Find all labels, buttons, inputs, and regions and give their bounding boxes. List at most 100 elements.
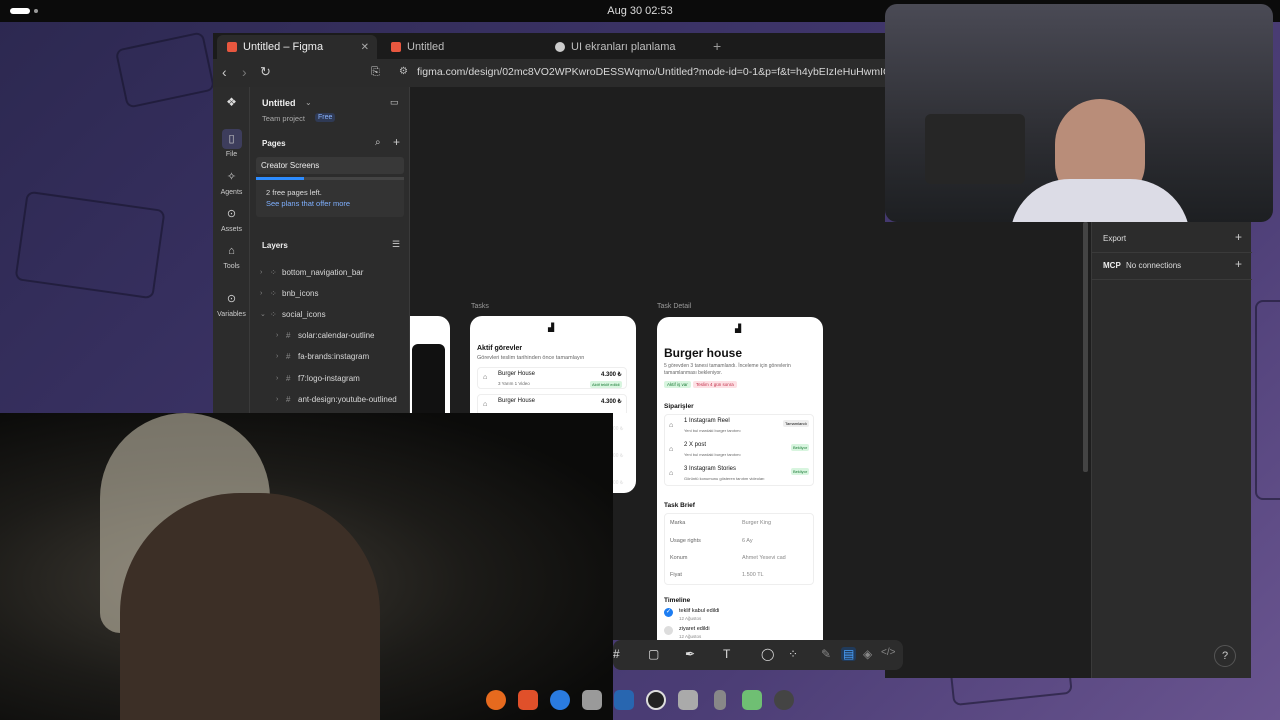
figma-logo-icon[interactable]: ❖ — [213, 95, 250, 109]
pen-tool-icon[interactable]: ✒ — [685, 647, 695, 661]
detail-description: 5 görevden 3 tanesi tamamlandı. İnceleme… — [664, 363, 791, 376]
chevron-down-icon[interactable]: ⌄ — [305, 98, 312, 107]
reload-icon[interactable]: ↻ — [260, 64, 271, 80]
bag-icon: ⌂ — [669, 422, 674, 429]
layer-row[interactable]: › # f7:logo-instagram — [276, 369, 421, 387]
price-fragment: 00 ₺ — [613, 480, 624, 486]
order-row[interactable]: ⌂ 2 X post Yeni bul mardaki burger tanıt… — [665, 439, 815, 463]
tab-figma-untitled[interactable]: Untitled – Figma ✕ — [217, 35, 377, 59]
frame-partial[interactable] — [410, 316, 450, 413]
plan-badge: Free — [315, 113, 336, 122]
layer-row[interactable]: ⌄ ⁘ social_icons — [260, 305, 405, 323]
team-label: Team project — [262, 114, 305, 123]
page-item-creator-screens[interactable]: Creator Screens — [256, 157, 404, 174]
rail-file[interactable]: ▯ File — [213, 129, 250, 158]
search-icon[interactable]: ⌕ — [375, 137, 381, 148]
rail-agents[interactable]: ✧ Agents — [213, 167, 250, 196]
brief-value: Burger King — [742, 520, 772, 526]
brief-value: Ahmet Yesevi cad — [742, 555, 786, 561]
brave-icon[interactable] — [518, 690, 538, 710]
order-sub: Yeni bul mardaki burger tanıtımı — [684, 452, 741, 457]
layer-row[interactable]: › ⁘ bnb_icons — [260, 284, 405, 302]
tab-ui-planning[interactable]: UI ekranları planlama — [545, 35, 705, 59]
page-label: Creator Screens — [261, 161, 320, 170]
timeline-label: ziyaret edildi — [679, 626, 710, 632]
draw-mode-icon[interactable]: ✎ — [821, 647, 831, 661]
timeline-title: Timeline — [664, 597, 691, 604]
rail-assets[interactable]: ⊙ Assets — [213, 204, 250, 233]
order-row[interactable]: ⌂ 1 Instagram Reel Yeni bul mardaki burg… — [665, 415, 815, 439]
tab-strip: Untitled – Figma ✕ Untitled UI ekranları… — [213, 33, 885, 59]
comment-tool-icon[interactable]: ◯ — [761, 647, 774, 661]
detail-title: Burger house — [664, 346, 743, 360]
add-mcp-icon[interactable]: + — [1235, 257, 1242, 271]
assets-icon: ⊙ — [226, 208, 237, 220]
text-tool-icon[interactable]: T — [723, 647, 730, 661]
prototype-mode-icon[interactable]: ◈ — [863, 647, 872, 661]
file-name[interactable]: Untitled — [262, 98, 296, 108]
clock[interactable]: Aug 30 02:53 — [607, 5, 672, 17]
rail-tools[interactable]: ⌂ Tools — [213, 241, 250, 270]
new-tab-button[interactable]: + — [713, 38, 721, 54]
layer-row[interactable]: › # ant-design:youtube-outlined — [276, 390, 421, 408]
bookmark-icon[interactable]: ⎘ — [371, 66, 380, 79]
activities-indicator[interactable] — [10, 8, 30, 14]
see-plans-link[interactable]: See plans that offer more — [266, 199, 350, 208]
obs-icon[interactable] — [646, 690, 666, 710]
close-tab-icon[interactable]: ✕ — [361, 42, 369, 53]
app-icon[interactable] — [678, 690, 698, 710]
brief-value: 6 Ay — [742, 538, 753, 544]
rectangle-tool-icon[interactable]: ▢ — [648, 647, 659, 661]
figma-favicon-icon — [227, 42, 237, 52]
layer-row[interactable]: › # fa-brands:instagram — [276, 347, 421, 365]
task-card[interactable]: ⌂ Burger House 3 Yarım 1 Video 4.300 ₺ A… — [477, 367, 627, 389]
usb-drive-icon[interactable] — [714, 690, 726, 710]
rail-label: Tools — [223, 263, 240, 270]
task-badge: Aktif teklif edildi — [590, 381, 622, 388]
layers-title: Layers — [262, 241, 288, 250]
layer-row[interactable]: › ⁘ bottom_navigation_bar — [260, 263, 405, 281]
firefox-icon[interactable] — [486, 690, 506, 710]
help-button[interactable]: ? — [1214, 645, 1236, 667]
order-name: 3 Instagram Stories — [684, 466, 737, 472]
frame-tool-icon[interactable]: # — [613, 647, 620, 661]
figma-left-panel: Untitled ⌄ ▭ Team project Free Pages ⌕ +… — [250, 87, 410, 413]
rail-variables[interactable]: ⊙ Variables — [213, 289, 250, 318]
brief-title: Task Brief — [664, 502, 695, 509]
dev-mode-icon[interactable]: </> — [881, 647, 895, 658]
frame-tasks-lower[interactable]: 00 ₺ 00 ₺ 00 ₺ — [613, 413, 636, 493]
add-export-icon[interactable]: + — [1235, 230, 1242, 244]
frame-label-task-detail[interactable]: Task Detail — [657, 303, 691, 310]
trash-icon[interactable] — [742, 690, 762, 710]
figma-favicon-icon — [391, 42, 401, 52]
order-row[interactable]: ⌂ 3 Instagram Stories Görüntü konumunu g… — [665, 463, 815, 487]
task-card[interactable]: ⌂ Burger House 4.300 ₺ — [477, 394, 627, 413]
tab-label: UI ekranları planlama — [571, 41, 676, 53]
brief-table: Marka Burger King Usage rights 6 Ay Konu… — [664, 513, 814, 585]
address-bar[interactable]: figma.com/design/02mc8VO2WPKwroDESSWqmo/… — [417, 66, 885, 78]
frame-label-tasks[interactable]: Tasks — [471, 303, 489, 310]
figma-canvas-right[interactable] — [885, 222, 1091, 678]
timeline-date: 12 Ağustos — [679, 634, 702, 639]
frame-tasks[interactable]: ▟ Aktif görevler Görevleri teslim tarihi… — [470, 316, 636, 413]
layer-row[interactable]: › # solar:calendar-outline — [276, 326, 421, 344]
site-settings-icon[interactable]: ⚙ — [399, 66, 408, 77]
frame-task-detail[interactable]: ▟ Burger house 5 görevden 3 tanesi tamam… — [657, 317, 823, 640]
design-mode-icon[interactable]: ▤ — [841, 647, 857, 661]
files-icon[interactable] — [582, 690, 602, 710]
back-icon[interactable]: ‹ — [222, 64, 227, 80]
panel-toggle-icon[interactable]: ▭ — [390, 97, 399, 108]
text-editor-icon[interactable] — [614, 690, 634, 710]
file-icon: ▯ — [221, 129, 242, 149]
app-grid-icon[interactable] — [774, 690, 794, 710]
canvas-scrollbar[interactable] — [1083, 222, 1088, 472]
thunderbird-icon[interactable] — [550, 690, 570, 710]
forward-icon[interactable]: › — [242, 64, 247, 80]
pending-circle-icon — [664, 626, 673, 635]
tab-untitled[interactable]: Untitled — [381, 35, 541, 59]
workspace-dot — [34, 9, 38, 13]
actions-tool-icon[interactable]: ⁘ — [788, 647, 798, 661]
layers-menu-icon[interactable]: ☰ — [392, 239, 400, 250]
timeline-label: teklif kabul edildi — [679, 608, 720, 614]
add-page-icon[interactable]: + — [393, 135, 400, 149]
